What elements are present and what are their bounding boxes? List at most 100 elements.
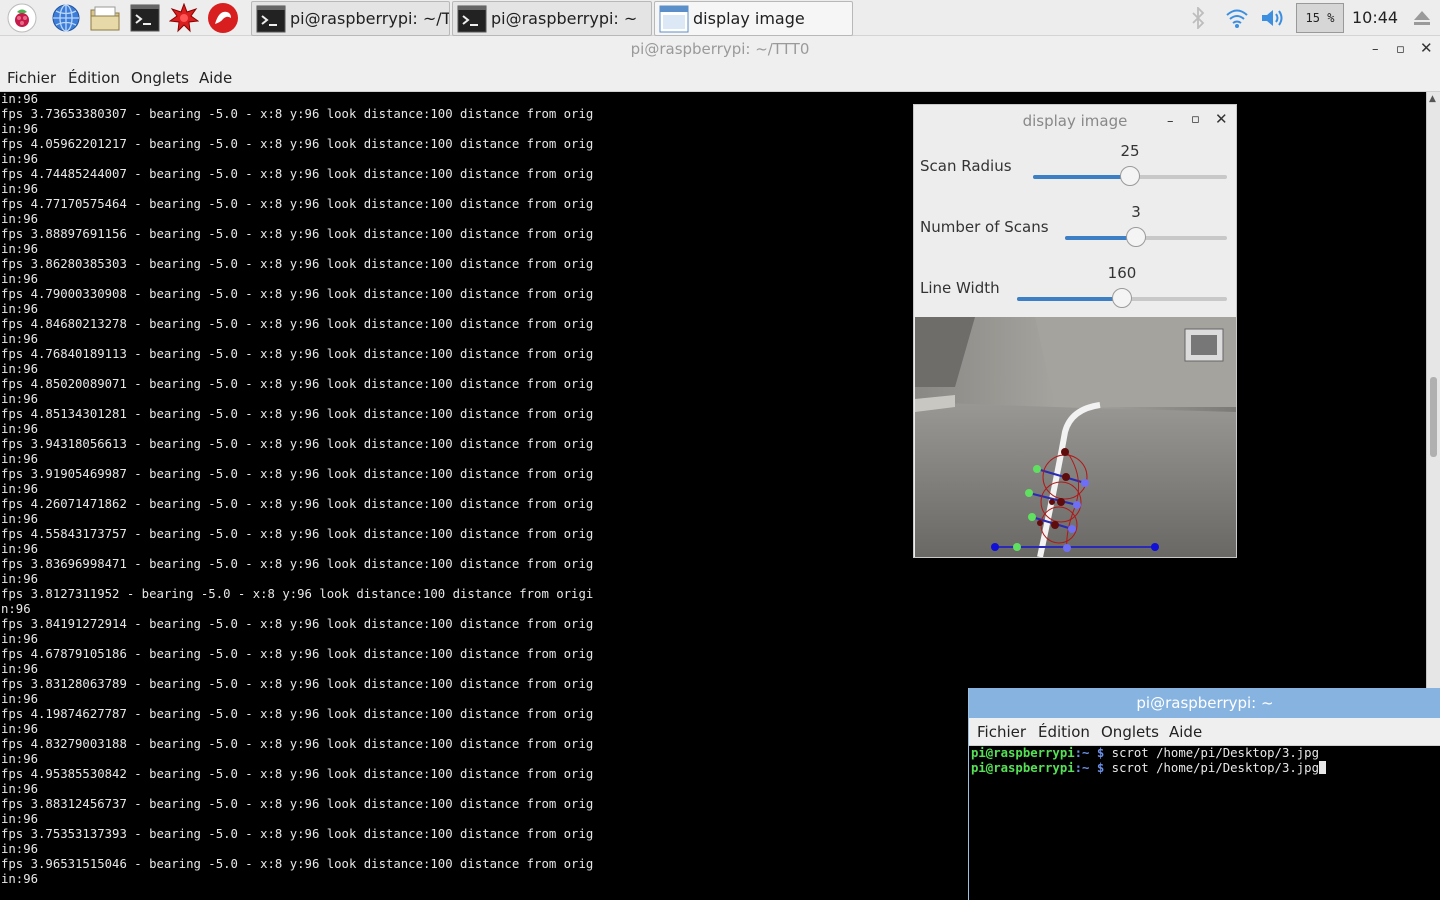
- taskbar-task-home-terminal[interactable]: pi@raspberrypi: ~: [452, 1, 652, 36]
- home-terminal-titlebar[interactable]: pi@raspberrypi: ~: [969, 688, 1440, 718]
- line-width-value: 160: [1107, 264, 1137, 282]
- scroll-up-icon[interactable]: ▲: [1429, 94, 1439, 104]
- wifi-icon[interactable]: [1224, 0, 1250, 36]
- maximize-icon[interactable]: ▫: [1191, 112, 1200, 128]
- terminal-icon[interactable]: [127, 2, 163, 34]
- terminal-line[interactable]: pi@raspberrypi:~ $ scrot /home/pi/Deskto…: [971, 761, 1326, 776]
- window-icon: [659, 5, 689, 32]
- prompt-path: :~: [1074, 761, 1097, 775]
- bluetooth-icon[interactable]: [1186, 0, 1210, 36]
- terminal-line: in:96: [1, 512, 39, 526]
- terminal-line: in:96: [1, 182, 39, 196]
- cpu-monitor[interactable]: 15 %: [1296, 3, 1344, 33]
- menu-fichier[interactable]: Fichier: [977, 723, 1026, 741]
- terminal-line: in:96: [1, 482, 39, 496]
- terminal-line: fps 3.75353137393 - bearing -5.0 - x:8 y…: [1, 827, 594, 841]
- task-label: display image: [693, 9, 805, 28]
- taskbar-task-display-image[interactable]: display image: [654, 1, 853, 36]
- slider-knob[interactable]: [1120, 166, 1140, 186]
- close-icon[interactable]: ✕: [1215, 111, 1228, 127]
- terminal-line: fps 4.05962201217 - bearing -5.0 - x:8 y…: [1, 137, 594, 151]
- terminal-line: in:96: [1, 632, 39, 646]
- display-window-titlebar[interactable]: display image – ▫ ✕: [914, 105, 1236, 135]
- terminal-line: fps 3.83696998471 - bearing -5.0 - x:8 y…: [1, 557, 594, 571]
- terminal-line: in:96: [1, 362, 39, 376]
- window-title: pi@raspberrypi: ~: [1136, 694, 1274, 712]
- menu-fichier[interactable]: Fichier: [7, 69, 56, 87]
- terminal-line: fps 4.55843173757 - bearing -5.0 - x:8 y…: [1, 527, 594, 541]
- terminal-line: in:96: [1, 272, 39, 286]
- prompt-user: pi@raspberrypi: [971, 761, 1075, 775]
- home-terminal-window: pi@raspberrypi: ~ Fichier Édition Onglet…: [968, 688, 1440, 900]
- web-browser-icon[interactable]: [48, 2, 84, 34]
- terminal-line: fps 4.79000330908 - bearing -5.0 - x:8 y…: [1, 287, 594, 301]
- terminal-line: in:96: [1, 332, 39, 346]
- terminal-line: fps 4.74485244007 - bearing -5.0 - x:8 y…: [1, 167, 594, 181]
- menu-onglets[interactable]: Onglets: [131, 69, 189, 87]
- camera-frame: [915, 317, 1236, 557]
- minimize-icon[interactable]: –: [1372, 42, 1379, 58]
- terminal-line: in:96: [1, 752, 39, 766]
- terminal-line: in:96: [1, 212, 39, 226]
- terminal-line: fps 3.84191272914 - bearing -5.0 - x:8 y…: [1, 617, 594, 631]
- terminal-line: fps 3.94318056613 - bearing -5.0 - x:8 y…: [1, 437, 594, 451]
- scan-radius-slider[interactable]: [1033, 166, 1227, 186]
- prompt-path: :~: [1074, 746, 1097, 760]
- menu-edition[interactable]: Édition: [68, 69, 120, 87]
- terminal-line: in:96: [1, 782, 39, 796]
- terminal-line: fps 3.73653380307 - bearing -5.0 - x:8 y…: [1, 107, 594, 121]
- menu-aide[interactable]: Aide: [199, 69, 232, 87]
- terminal-line: fps 4.85020089071 - bearing -5.0 - x:8 y…: [1, 377, 594, 391]
- terminal-line: in:96: [1, 92, 39, 106]
- terminal-line: fps 4.19874627787 - bearing -5.0 - x:8 y…: [1, 707, 594, 721]
- scroll-thumb[interactable]: [1430, 377, 1437, 457]
- terminal-line: fps 4.95385530842 - bearing -5.0 - x:8 y…: [1, 767, 594, 781]
- terminal-line: fps 4.77170575464 - bearing -5.0 - x:8 y…: [1, 197, 594, 211]
- terminal-line: in:96: [1, 722, 39, 736]
- terminal-line: in:96: [1, 302, 39, 316]
- terminal-line: fps 3.86280385303 - bearing -5.0 - x:8 y…: [1, 257, 594, 271]
- terminal-line: fps 4.84680213278 - bearing -5.0 - x:8 y…: [1, 317, 594, 331]
- terminal-line: in:96: [1, 152, 39, 166]
- volume-icon[interactable]: [1259, 0, 1287, 36]
- terminal-line: pi@raspberrypi:~ $ scrot /home/pi/Deskto…: [971, 746, 1319, 761]
- scan-radius-value: 25: [1120, 142, 1140, 160]
- terminal-line: in:96: [1, 452, 39, 466]
- terminal-line: fps 4.26071471862 - bearing -5.0 - x:8 y…: [1, 497, 594, 511]
- close-icon[interactable]: ✕: [1420, 40, 1433, 56]
- line-width-slider[interactable]: [1017, 288, 1227, 308]
- home-terminal-menubar: Fichier Édition Onglets Aide: [969, 718, 1440, 746]
- taskbar-task-main-terminal[interactable]: pi@raspberrypi: ~/TT…: [251, 1, 450, 36]
- main-window-titlebar[interactable]: pi@raspberrypi: ~/TTT0 – ▫ ✕: [0, 36, 1440, 64]
- menu-onglets[interactable]: Onglets: [1101, 723, 1159, 741]
- slider-knob[interactable]: [1112, 288, 1132, 308]
- menu-edition[interactable]: Édition: [1038, 723, 1090, 741]
- number-of-scans-label: Number of Scans: [920, 218, 1049, 236]
- slider-fill: [1017, 297, 1122, 301]
- minimize-icon[interactable]: –: [1167, 114, 1174, 130]
- mathematica-icon[interactable]: [166, 2, 202, 34]
- terminal-line: fps 4.76840189113 - bearing -5.0 - x:8 y…: [1, 347, 594, 361]
- terminal-icon: [256, 5, 286, 32]
- terminal-line: fps 3.8127311952 - bearing -5.0 - x:8 y:…: [1, 587, 594, 601]
- file-manager-icon[interactable]: [87, 2, 123, 34]
- terminal-line: fps 4.85134301281 - bearing -5.0 - x:8 y…: [1, 407, 594, 421]
- terminal-line: fps 3.83128063789 - bearing -5.0 - x:8 y…: [1, 677, 594, 691]
- terminal-line: in:96: [1, 242, 39, 256]
- clock[interactable]: 10:44: [1352, 0, 1398, 36]
- raspberry-menu-icon[interactable]: [4, 2, 40, 34]
- wolfram-icon[interactable]: [205, 2, 241, 34]
- terminal-line: in:96: [1, 662, 39, 676]
- window-title: display image: [1022, 112, 1128, 130]
- menu-aide[interactable]: Aide: [1169, 723, 1202, 741]
- terminal-line: fps 3.96531515046 - bearing -5.0 - x:8 y…: [1, 857, 594, 871]
- terminal-line: in:96: [1, 422, 39, 436]
- maximize-icon[interactable]: ▫: [1396, 42, 1405, 58]
- prompt-user: pi@raspberrypi: [971, 746, 1075, 760]
- main-menubar: Fichier Édition Onglets Aide: [0, 64, 1440, 92]
- eject-icon[interactable]: [1408, 0, 1436, 36]
- terminal-line: fps 4.67879105186 - bearing -5.0 - x:8 y…: [1, 647, 594, 661]
- command-text: scrot /home/pi/Desktop/3.jpg: [1104, 761, 1319, 775]
- slider-knob[interactable]: [1126, 227, 1147, 247]
- number-of-scans-slider[interactable]: [1065, 227, 1227, 247]
